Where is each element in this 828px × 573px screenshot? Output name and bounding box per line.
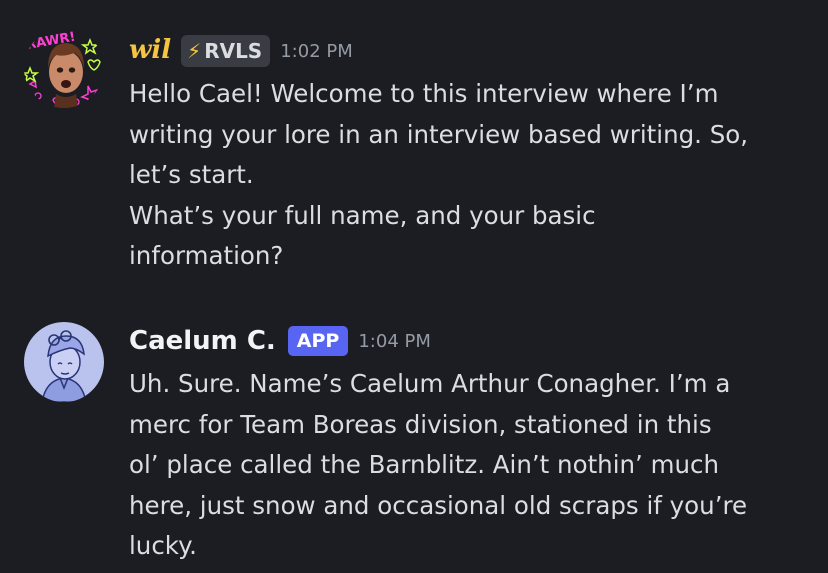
clan-tag[interactable]: ⚡ RVLS xyxy=(181,35,271,67)
sketch-portrait-avatar xyxy=(24,322,104,402)
message-line: Uh. Sure. Name’s Caelum Arthur Conagher.… xyxy=(129,369,731,398)
message-line: ol’ place called the Barnblitz. Ain’t no… xyxy=(129,450,720,479)
lightning-bolt-icon: ⚡ xyxy=(187,39,202,63)
rawr-sticker-avatar: RAWR! xyxy=(24,28,104,108)
message-line: What’s your full name, and your basic xyxy=(129,200,596,230)
message-line: let’s start. xyxy=(129,160,254,189)
author-name[interactable]: Caelum C. xyxy=(129,326,276,356)
user-avatar-wil[interactable]: RAWR! xyxy=(24,28,104,108)
clan-tag-label: RVLS xyxy=(204,39,263,63)
app-badge: APP xyxy=(287,326,349,356)
user-avatar-caelum[interactable] xyxy=(24,322,104,402)
message-line: merc for Team Boreas division, stationed… xyxy=(129,409,712,439)
message-line: information? xyxy=(129,241,284,270)
message-content: Uh. Sure. Name’s Caelum Arthur Conagher.… xyxy=(129,364,819,567)
message-header: wil ⚡ RVLS 1:02 PM xyxy=(129,28,353,74)
author-name[interactable]: wil xyxy=(129,35,171,65)
message-line: here, just snow and occasional old scrap… xyxy=(129,490,748,520)
message-header: Caelum C. APP 1:04 PM xyxy=(129,318,431,364)
timestamp[interactable]: 1:02 PM xyxy=(280,41,353,62)
message-line: writing your lore in an interview based … xyxy=(129,119,749,149)
message-line: Hello Cael! Welcome to this interview wh… xyxy=(129,79,719,108)
message-line: lucky. xyxy=(129,531,197,560)
timestamp[interactable]: 1:04 PM xyxy=(358,331,431,352)
message-content: Hello Cael! Welcome to this interview wh… xyxy=(129,74,819,277)
